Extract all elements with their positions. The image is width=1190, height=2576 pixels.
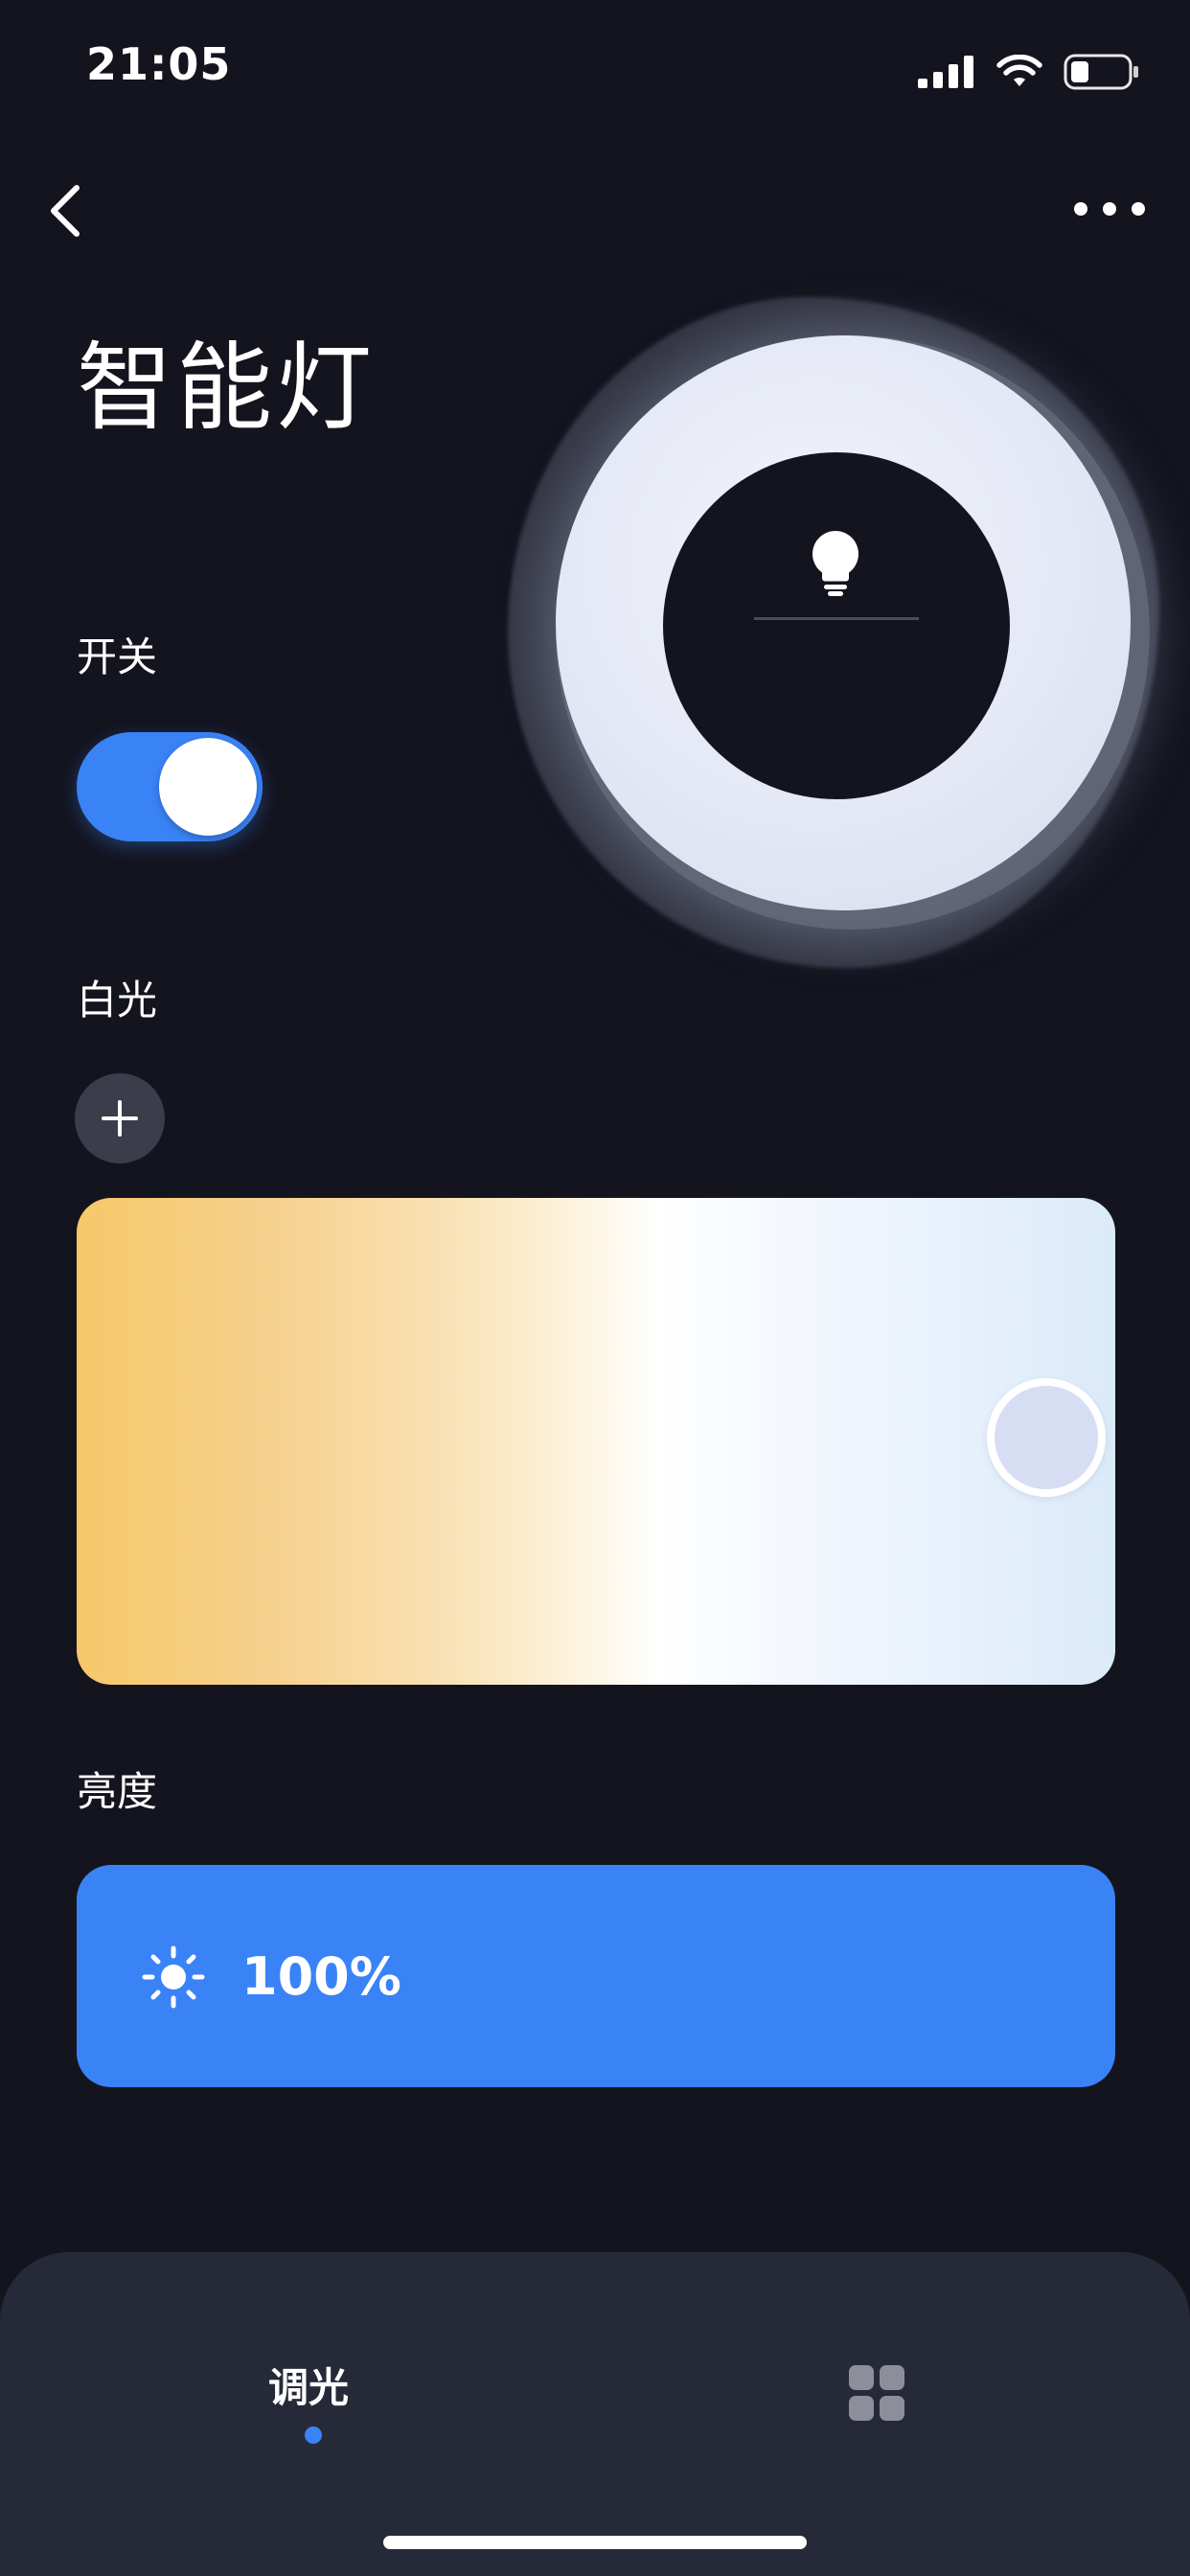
more-dots-icon [1074, 202, 1145, 216]
home-indicator [383, 2536, 807, 2549]
status-time: 21:05 [86, 38, 232, 90]
bulb-icon [812, 531, 859, 596]
more-button[interactable] [1071, 188, 1148, 230]
status-icons [918, 50, 1140, 94]
sun-icon [142, 1945, 205, 2009]
wifi-icon [996, 55, 1042, 86]
plus-icon [102, 1100, 138, 1137]
bottom-tab-panel: 调光 [0, 2252, 1190, 2576]
white-light-label: 白光 [77, 977, 158, 1024]
active-tab-indicator [305, 2426, 322, 2444]
add-preset-button[interactable] [75, 1073, 165, 1163]
tab-dimming[interactable]: 调光 [268, 2356, 349, 2414]
toggle-knob [159, 738, 257, 836]
back-button[interactable] [42, 172, 100, 249]
brightness-value: 100% [241, 1946, 401, 2007]
chevron-left-icon [51, 185, 80, 237]
lamp-core [663, 452, 1010, 799]
brightness-slider[interactable]: 100% [77, 1865, 1115, 2087]
battery-icon [1064, 54, 1138, 90]
color-temperature-handle[interactable] [987, 1378, 1106, 1497]
color-temperature-picker[interactable] [77, 1198, 1115, 1685]
grid-icon[interactable] [849, 2365, 904, 2421]
lamp-illustration [479, 278, 1188, 987]
brightness-label: 亮度 [77, 1768, 158, 1815]
power-toggle[interactable] [77, 732, 263, 841]
signal-icon [918, 56, 973, 88]
page-title: 智能灯 [77, 332, 376, 444]
power-label: 开关 [77, 633, 158, 680]
lamp-divider [754, 617, 919, 620]
